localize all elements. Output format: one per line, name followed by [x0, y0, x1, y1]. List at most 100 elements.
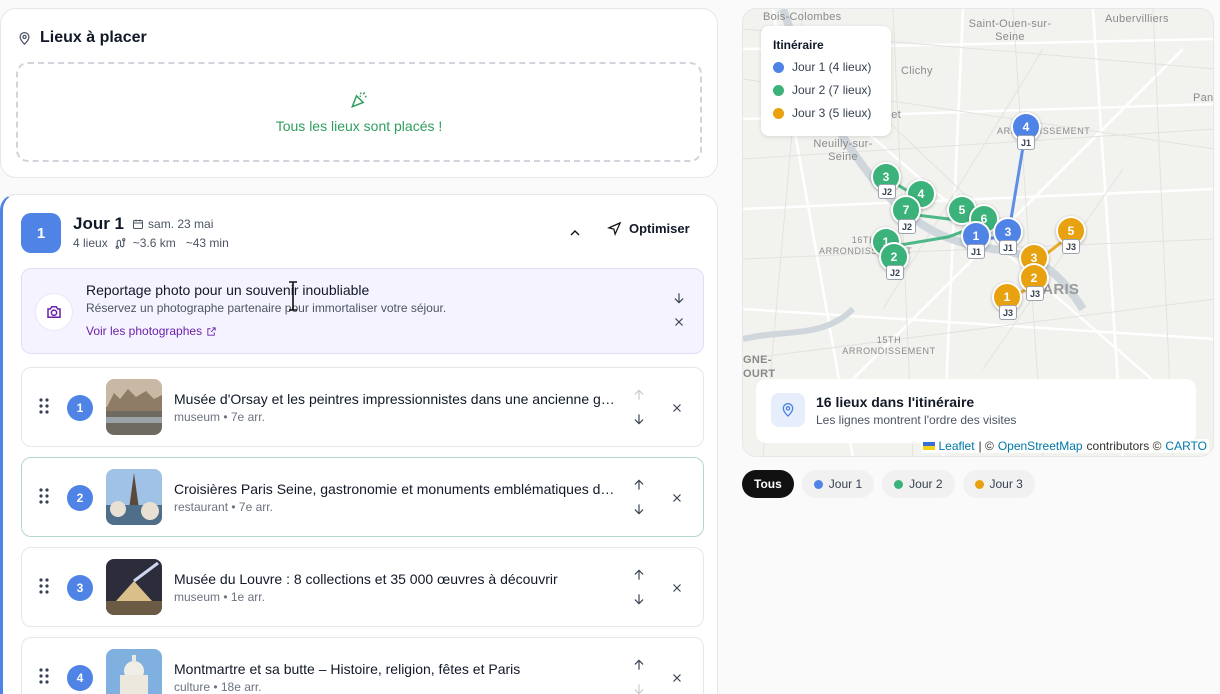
item-subtitle: museum • 7e arr. — [174, 410, 265, 424]
filter-day-2[interactable]: Jour 2 — [882, 470, 955, 498]
item-name: Montmartre et sa butte – Histoire, relig… — [174, 661, 521, 677]
arrow-down-icon[interactable] — [632, 412, 646, 426]
calendar-icon — [133, 219, 144, 229]
itinerary-map[interactable]: Bois-Colombes Saint-Ouen-sur-Seine Auber… — [742, 8, 1214, 457]
osm-link[interactable]: OpenStreetMap — [998, 439, 1083, 453]
item-subtitle: restaurant • 7e arr. — [174, 500, 273, 514]
map-label: Neuilly-sur-Seine — [813, 138, 873, 163]
map-label: 15TH ARRONDISSEMENT — [842, 335, 936, 356]
carto-link[interactable]: CARTO — [1165, 439, 1207, 453]
remove-icon[interactable] — [670, 491, 684, 505]
legend-label: Jour 2 (7 lieux) — [792, 83, 872, 97]
day-meta: 4 lieux ~3.6 km ~43 min — [73, 236, 229, 250]
arrow-up-icon[interactable] — [632, 478, 646, 492]
day-date[interactable]: sam. 23 mai — [132, 217, 213, 231]
map-label: Panti — [1193, 92, 1214, 104]
arrow-up-icon[interactable] — [632, 388, 646, 402]
map-label: Saint-Ouen-sur-Seine — [968, 18, 1052, 43]
remove-icon[interactable] — [670, 671, 684, 685]
legend-title: Itinéraire — [773, 38, 824, 52]
arrow-up-icon[interactable] — [632, 568, 646, 582]
day-count: 4 lieux — [73, 236, 108, 250]
filter-dot — [813, 479, 823, 489]
remove-icon[interactable] — [670, 581, 684, 595]
day-date-label: sam. 23 mai — [148, 217, 214, 231]
list-item[interactable]: 1 Musée d'Orsay et les peintres impressi… — [21, 367, 704, 447]
optimize-label: Optimiser — [629, 221, 690, 236]
collapse-button[interactable] — [565, 223, 585, 243]
filter-dot — [974, 479, 984, 489]
attribution-sep: | © — [978, 439, 994, 453]
legend-dot — [773, 107, 784, 119]
filter-dot — [894, 479, 904, 489]
drag-handle-icon[interactable] — [39, 398, 49, 414]
camera-icon — [35, 293, 73, 331]
list-item[interactable]: 2 Croisières Paris Seine, gastronomie et… — [21, 457, 704, 537]
day-filters: Tous Jour 1 Jour 2 Jour 3 — [742, 470, 1035, 498]
filter-day-3[interactable]: Jour 3 — [962, 470, 1035, 498]
navigation-icon — [607, 221, 622, 236]
list-item[interactable]: 4 Montmartre et sa butte – Histoire, rel… — [21, 637, 704, 694]
promo-title: Reportage photo pour un souvenir inoubli… — [86, 282, 370, 298]
places-header: Lieux à placer — [17, 29, 147, 47]
ukraine-flag-icon — [922, 442, 935, 450]
item-thumbnail — [106, 469, 162, 525]
day-card: 1 Jour 1 sam. 23 mai 4 lieux ~3.6 km ~43… — [0, 194, 718, 694]
legend-item: Jour 2 (7 lieux) — [773, 83, 879, 97]
item-number: 3 — [67, 575, 93, 601]
arrow-down-icon[interactable] — [632, 592, 646, 606]
close-icon[interactable] — [672, 315, 686, 329]
optimize-button[interactable]: Optimiser — [607, 221, 690, 236]
day-header: Jour 1 sam. 23 mai — [73, 214, 213, 234]
empty-dropzone[interactable]: Tous les lieux sont placés ! — [16, 62, 702, 162]
promo-link-label: Voir les photographes — [86, 324, 203, 338]
arrow-down-icon[interactable] — [672, 291, 686, 305]
map-pin-icon — [19, 31, 30, 45]
item-number: 4 — [67, 665, 93, 691]
map-label: Clichy — [901, 65, 933, 77]
promo-link[interactable]: Voir les photographes — [86, 324, 217, 338]
map-summary-subtitle: Les lignes montrent l'ordre des visites — [816, 413, 1017, 427]
drag-handle-icon[interactable] — [39, 488, 49, 504]
item-thumbnail — [106, 559, 162, 615]
item-name: Musée d'Orsay et les peintres impression… — [174, 391, 619, 407]
filter-day-1[interactable]: Jour 1 — [801, 470, 875, 498]
map-pin-tag: J1 — [967, 244, 986, 259]
map-pin-tag: J1 — [999, 240, 1018, 255]
legend-label: Jour 3 (5 lieux) — [792, 106, 872, 120]
legend-item: Jour 1 (4 lieux) — [773, 60, 879, 74]
arrow-down-icon[interactable] — [632, 502, 646, 516]
map-pin-tag: J3 — [1026, 286, 1045, 301]
remove-icon[interactable] — [670, 401, 684, 415]
map-pin-tag: J3 — [1062, 239, 1081, 254]
arrow-down-icon[interactable] — [632, 682, 646, 694]
list-item[interactable]: 3 Musée du Louvre : 8 collections et 35 … — [21, 547, 704, 627]
leaflet-link[interactable]: Leaflet — [939, 439, 975, 453]
map-legend: Itinéraire Jour 1 (4 lieux) Jour 2 (7 li… — [761, 26, 891, 136]
filter-all[interactable]: Tous — [742, 470, 794, 498]
map-summary: 16 lieux dans l'itinéraire Les lignes mo… — [756, 379, 1196, 443]
filter-label: Jour 3 — [989, 477, 1023, 491]
empty-message: Tous les lieux sont placés ! — [275, 118, 443, 134]
app-root: Lieux à placer Tous les lieux sont placé… — [0, 0, 1220, 694]
drag-handle-icon[interactable] — [39, 668, 49, 684]
day-distance: ~3.6 km — [132, 236, 176, 250]
legend-dot — [773, 61, 784, 73]
item-name: Musée du Louvre : 8 collections et 35 00… — [174, 571, 558, 587]
item-thumbnail — [106, 649, 162, 694]
day-badge: 1 — [21, 213, 61, 253]
legend-item: Jour 3 (5 lieux) — [773, 106, 879, 120]
item-name: Croisières Paris Seine, gastronomie et m… — [174, 481, 619, 497]
item-number: 2 — [67, 485, 93, 511]
drag-handle-icon[interactable] — [39, 578, 49, 594]
attribution-text: contributors © — [1086, 439, 1162, 453]
places-title: Lieux à placer — [40, 29, 147, 46]
filter-label: Jour 2 — [909, 477, 943, 491]
chevron-up-icon — [570, 230, 580, 236]
text-cursor-icon — [289, 281, 297, 311]
arrow-up-icon[interactable] — [632, 658, 646, 672]
item-subtitle: museum • 1e arr. — [174, 590, 265, 604]
item-thumbnail — [106, 379, 162, 435]
map-label: Bois-Colombes — [763, 11, 842, 23]
map-pin-tag: J2 — [898, 219, 917, 234]
